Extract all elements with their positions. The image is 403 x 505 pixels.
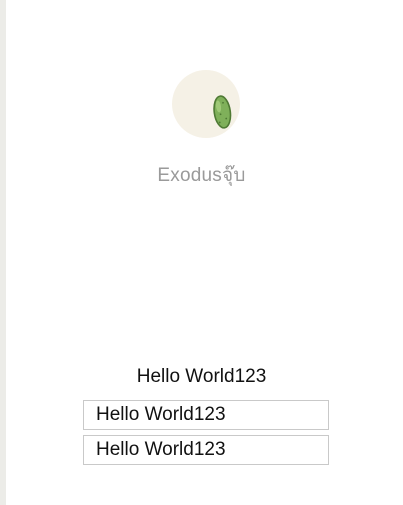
avatar[interactable] <box>172 70 240 138</box>
text-field-2[interactable] <box>83 435 329 465</box>
username-label: Exodusจุ๊บ <box>157 165 246 186</box>
hello-heading: Hello World123 <box>136 366 267 387</box>
pickle-icon <box>213 95 232 129</box>
window-left-edge <box>0 0 6 505</box>
text-field-1[interactable] <box>83 400 329 430</box>
